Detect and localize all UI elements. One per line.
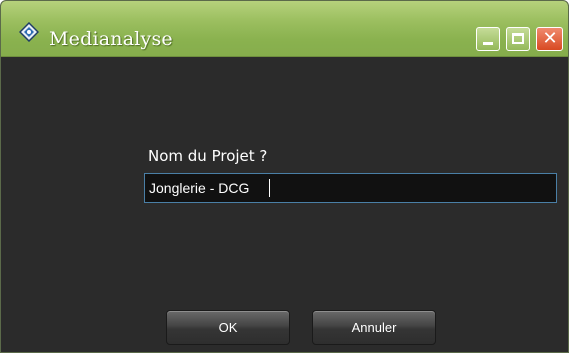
minimize-icon — [483, 42, 493, 45]
maximize-icon — [512, 33, 524, 44]
cancel-button[interactable]: Annuler — [312, 310, 436, 345]
text-caret — [269, 179, 270, 197]
close-icon: ✕ — [542, 28, 558, 49]
app-window: Medianalyse ✕ Nom du Projet ? OK Annuler — [0, 0, 569, 353]
window-title: Medianalyse — [49, 28, 173, 50]
title-bar[interactable]: Medianalyse ✕ — [1, 1, 568, 57]
close-button[interactable]: ✕ — [536, 27, 563, 51]
dialog-body: Nom du Projet ? OK Annuler — [1, 57, 568, 352]
project-name-input[interactable] — [144, 173, 557, 203]
project-name-label: Nom du Projet ? — [148, 147, 268, 165]
minimize-button[interactable] — [476, 27, 500, 51]
app-logo-icon — [18, 21, 40, 43]
maximize-button[interactable] — [506, 27, 530, 51]
ok-button[interactable]: OK — [166, 310, 290, 345]
